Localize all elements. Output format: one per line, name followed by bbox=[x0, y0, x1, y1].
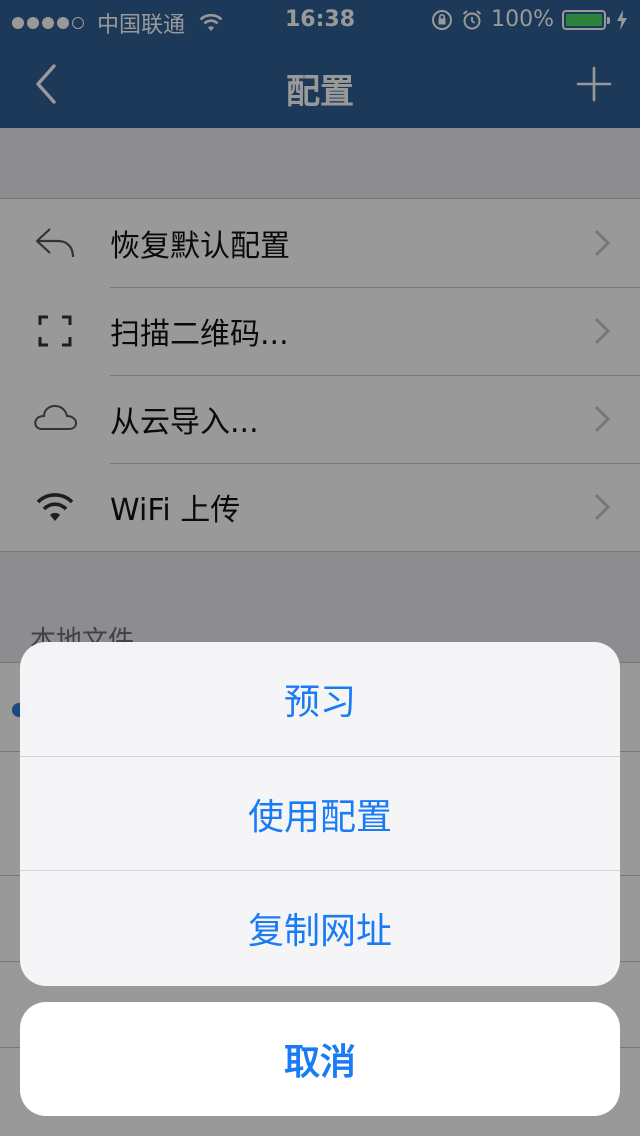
action-sheet: 预习 使用配置 复制网址 bbox=[20, 642, 620, 986]
action-copy-url-button[interactable]: 复制网址 bbox=[20, 870, 620, 984]
action-use-config-button[interactable]: 使用配置 bbox=[20, 756, 620, 870]
action-preview-button[interactable]: 预习 bbox=[20, 642, 620, 756]
cancel-button[interactable]: 取消 bbox=[20, 1002, 620, 1116]
